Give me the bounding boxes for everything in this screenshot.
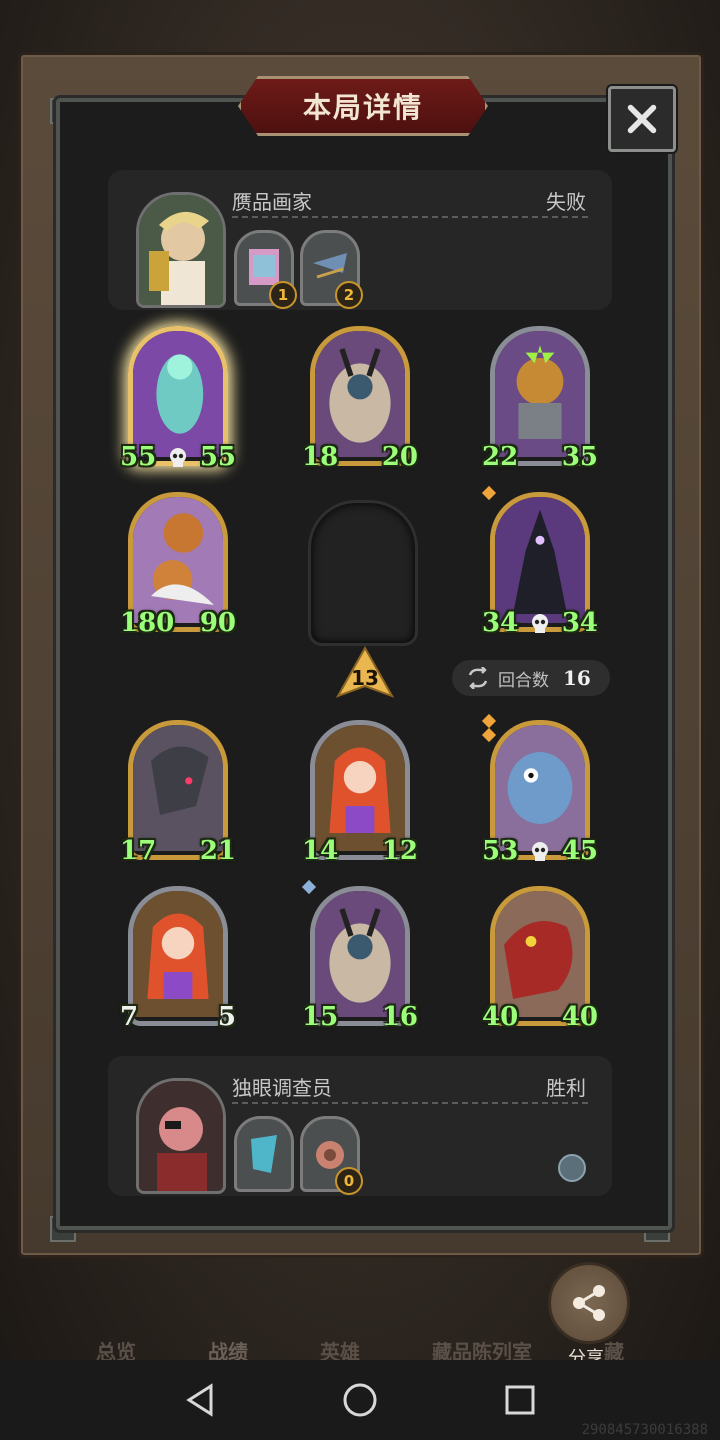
minion-health: 12	[381, 836, 418, 866]
skull-icon	[532, 842, 548, 861]
player-relic-2[interactable]: 0	[300, 1116, 363, 1195]
minion-attack: 15	[302, 1002, 339, 1032]
minion-health: 55	[199, 442, 236, 472]
dialog-title: 本局详情	[302, 91, 423, 124]
player-panel: 独眼调查员 胜利 0	[108, 1056, 612, 1196]
back-triangle-icon	[186, 1383, 213, 1417]
opponent-result: 失败	[546, 190, 586, 214]
opponent-minion-4[interactable]: 180 90	[120, 492, 236, 638]
recents-button[interactable]	[500, 1380, 540, 1420]
title-banner: 本局详情	[238, 76, 488, 136]
minion-attack: 180	[120, 608, 175, 638]
turn-value: 16	[563, 666, 591, 690]
minion-attack: 17	[120, 836, 157, 866]
player-result: 胜利	[546, 1076, 586, 1100]
opponent-relic-1[interactable]: 1	[234, 230, 297, 309]
minion-health: 5	[217, 1002, 236, 1032]
empty-board-slot	[308, 500, 418, 646]
relic-count-badge: 2	[335, 281, 363, 309]
device-id-watermark: 290845730016388	[581, 1422, 708, 1438]
opponent-minion-1[interactable]: 55 55	[120, 326, 236, 472]
minion-attack: 7	[120, 1002, 139, 1032]
minion-attack: 34	[482, 608, 519, 638]
divider	[232, 216, 588, 218]
divider	[232, 1102, 588, 1104]
share-button[interactable]	[548, 1262, 630, 1344]
recents-square-icon	[505, 1385, 535, 1415]
relic-count-badge: 1	[269, 281, 297, 309]
minion-health: 34	[561, 608, 598, 638]
minion-health: 90	[199, 608, 236, 638]
minion-attack: 22	[482, 442, 519, 472]
home-circle-icon	[343, 1383, 377, 1417]
player-relic-1[interactable]	[234, 1116, 294, 1192]
minion-attack: 14	[302, 836, 339, 866]
opponent-panel: 赝品画家 失败 1 2	[108, 170, 612, 310]
share-icon	[573, 1285, 605, 1321]
player-minion-6[interactable]: 40 40	[482, 886, 598, 1032]
opponent-relic-2[interactable]: 2	[300, 230, 363, 309]
skull-icon	[170, 448, 186, 467]
opponent-name: 赝品画家	[232, 190, 312, 214]
home-button[interactable]	[340, 1380, 380, 1420]
minion-health: 35	[561, 442, 598, 472]
minion-attack: 53	[482, 836, 519, 866]
opponent-minion-2[interactable]: 18 20	[302, 326, 418, 472]
player-name: 独眼调查员	[232, 1076, 332, 1100]
back-button[interactable]	[180, 1380, 220, 1420]
player-hero-portrait[interactable]	[136, 1078, 226, 1194]
refresh-icon	[468, 667, 488, 689]
opponent-minion-3[interactable]: 22 35	[482, 326, 598, 472]
minion-attack: 18	[302, 442, 339, 472]
relic-count-badge: 0	[335, 1167, 363, 1195]
player-minion-3[interactable]: 53 45	[481, 713, 598, 866]
minion-health: 45	[561, 836, 598, 866]
turn-label: 回合数	[498, 670, 549, 691]
player-minion-1[interactable]: 17 21	[120, 720, 236, 866]
player-minion-4[interactable]: 7 5	[120, 886, 236, 1032]
minion-attack: 40	[482, 1002, 519, 1032]
minion-health: 21	[199, 836, 236, 866]
close-icon	[627, 104, 657, 134]
turn-counter: 回合数 16	[452, 660, 610, 696]
minion-attack: 55	[120, 442, 157, 472]
opponent-minion-5[interactable]: 34 34	[481, 485, 598, 638]
close-button[interactable]	[608, 86, 676, 152]
player-minion-5[interactable]: 15 16	[301, 879, 418, 1032]
opponent-hero-portrait[interactable]	[136, 192, 226, 308]
minion-health: 40	[561, 1002, 598, 1032]
minion-health: 16	[381, 1002, 418, 1032]
tavern-tier-value: 13	[351, 666, 379, 690]
emblem-icon	[558, 1154, 586, 1182]
minion-health: 20	[381, 442, 418, 472]
player-minion-2[interactable]: 14 12	[302, 720, 418, 866]
skull-icon	[532, 614, 548, 633]
